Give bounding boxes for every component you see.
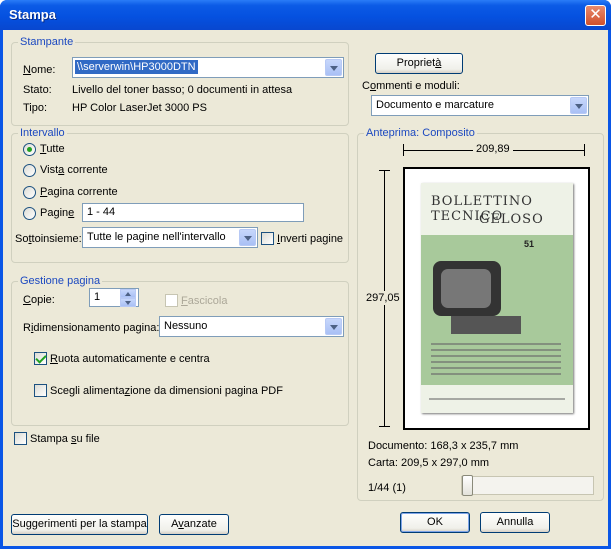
cover-thumbnail: BOLLETTINO TECNICO GELOSO 51 [421, 183, 573, 413]
comments-forms-select[interactable]: Documento e marcature [371, 95, 589, 116]
print-tips-button[interactable]: Suggerimenti per la stampa [11, 514, 148, 535]
cover-issue-number: 51 [524, 239, 535, 249]
cancel-button[interactable]: Annulla [480, 512, 550, 533]
subset-label: Sottoinsieme: [15, 233, 82, 245]
range-all-label[interactable]: Tutte [40, 143, 65, 155]
subset-select[interactable]: Tutte le pagine nell'intervallo [82, 227, 258, 248]
stepper-down-icon[interactable] [120, 298, 136, 307]
ok-button[interactable]: OK [400, 512, 470, 533]
height-dimension-tick-top [379, 170, 390, 171]
printer-status-label: Stato: [23, 84, 52, 96]
dialog-body: Stampante Nome: \\serverwin\HP3000DTN St… [3, 30, 608, 546]
document-size-label: Documento: 168,3 x 235,7 mm [368, 440, 519, 452]
page-scaling-select[interactable]: Nessuno [159, 316, 344, 337]
chevron-down-icon[interactable] [239, 229, 256, 246]
paper-source-label[interactable]: Scegli alimentazione da dimensioni pagin… [50, 385, 283, 397]
width-dimension-tick-right [584, 144, 585, 156]
television-icon [433, 261, 501, 316]
title-bar[interactable]: Stampa ✕ [0, 0, 611, 30]
comments-forms-label: Commenti e moduli: [362, 80, 460, 92]
print-to-file-checkbox[interactable] [14, 432, 27, 445]
preview-height-label: 297,05 [365, 291, 401, 305]
reverse-pages-checkbox[interactable] [261, 232, 274, 245]
printer-type-value: HP Color LaserJet 3000 PS [72, 102, 207, 114]
preview-group-label: Anteprima: Composito [364, 127, 477, 139]
close-icon[interactable]: ✕ [585, 5, 606, 26]
range-current-view-radio[interactable] [23, 164, 36, 177]
properties-button[interactable]: Proprietà [375, 53, 463, 74]
range-current-page-label[interactable]: Pagina corrente [40, 186, 118, 198]
preview-page: BOLLETTINO TECNICO GELOSO 51 [403, 167, 590, 430]
window-title: Stampa [9, 7, 56, 22]
printer-name-select[interactable]: \\serverwin\HP3000DTN [72, 57, 344, 78]
printer-name-label: Nome: [23, 64, 56, 76]
printer-type-label: Tipo: [23, 102, 48, 114]
range-pages-label[interactable]: Pagine [40, 207, 74, 219]
autorotate-checkbox[interactable] [34, 352, 47, 365]
autorotate-label[interactable]: Ruota automaticamente e centra [50, 353, 210, 365]
range-group-label: Intervallo [18, 127, 67, 139]
preview-width-label: 209,89 [473, 143, 513, 155]
chevron-down-icon[interactable] [325, 318, 342, 335]
range-current-view-label[interactable]: Vista corrente [40, 164, 108, 176]
page-scaling-label: Ridimensionamento pagina: [23, 322, 160, 334]
range-all-radio[interactable] [23, 143, 36, 156]
stepper-up-icon[interactable] [120, 289, 136, 298]
range-current-page-radio[interactable] [23, 186, 36, 199]
print-dialog-window: Stampa ✕ Stampante Nome: \\serverwin\HP3… [0, 0, 611, 549]
cover-text-lines [431, 343, 561, 379]
page-handling-group-label: Gestione pagina [18, 275, 103, 287]
copies-label: Copie: [23, 294, 55, 306]
collate-label[interactable]: Fascicola [181, 295, 227, 307]
copies-stepper[interactable] [120, 289, 138, 308]
range-pages-radio[interactable] [23, 207, 36, 220]
printer-status-value: Livello del toner basso; 0 documenti in … [72, 84, 293, 96]
page-counter-label: 1/44 (1) [368, 482, 406, 494]
cover-footer-line [429, 398, 565, 400]
page-slider-track[interactable] [461, 476, 594, 495]
pages-input[interactable]: 1 - 44 [82, 203, 304, 222]
collate-checkbox[interactable] [165, 294, 178, 307]
printer-group-label: Stampante [18, 36, 76, 48]
comments-forms-value: Documento e marcature [376, 99, 494, 111]
paper-source-checkbox[interactable] [34, 384, 47, 397]
page-scaling-value: Nessuno [164, 320, 208, 332]
chevron-down-icon[interactable] [325, 59, 342, 76]
cover-title-2: GELOSO [479, 212, 544, 227]
reverse-pages-label[interactable]: Inverti pagine [277, 233, 343, 245]
advanced-button[interactable]: Avanzate [159, 514, 229, 535]
printer-name-value: \\serverwin\HP3000DTN [75, 60, 198, 74]
chevron-down-icon[interactable] [570, 97, 587, 114]
subset-value: Tutte le pagine nell'intervallo [87, 231, 226, 243]
height-dimension-tick-bottom [379, 426, 390, 427]
page-slider-thumb[interactable] [462, 475, 473, 496]
print-to-file-label[interactable]: Stampa su file [30, 433, 100, 445]
cover-device-base [451, 316, 521, 334]
width-dimension-tick-left [403, 144, 404, 156]
paper-size-label: Carta: 209,5 x 297,0 mm [368, 457, 490, 469]
